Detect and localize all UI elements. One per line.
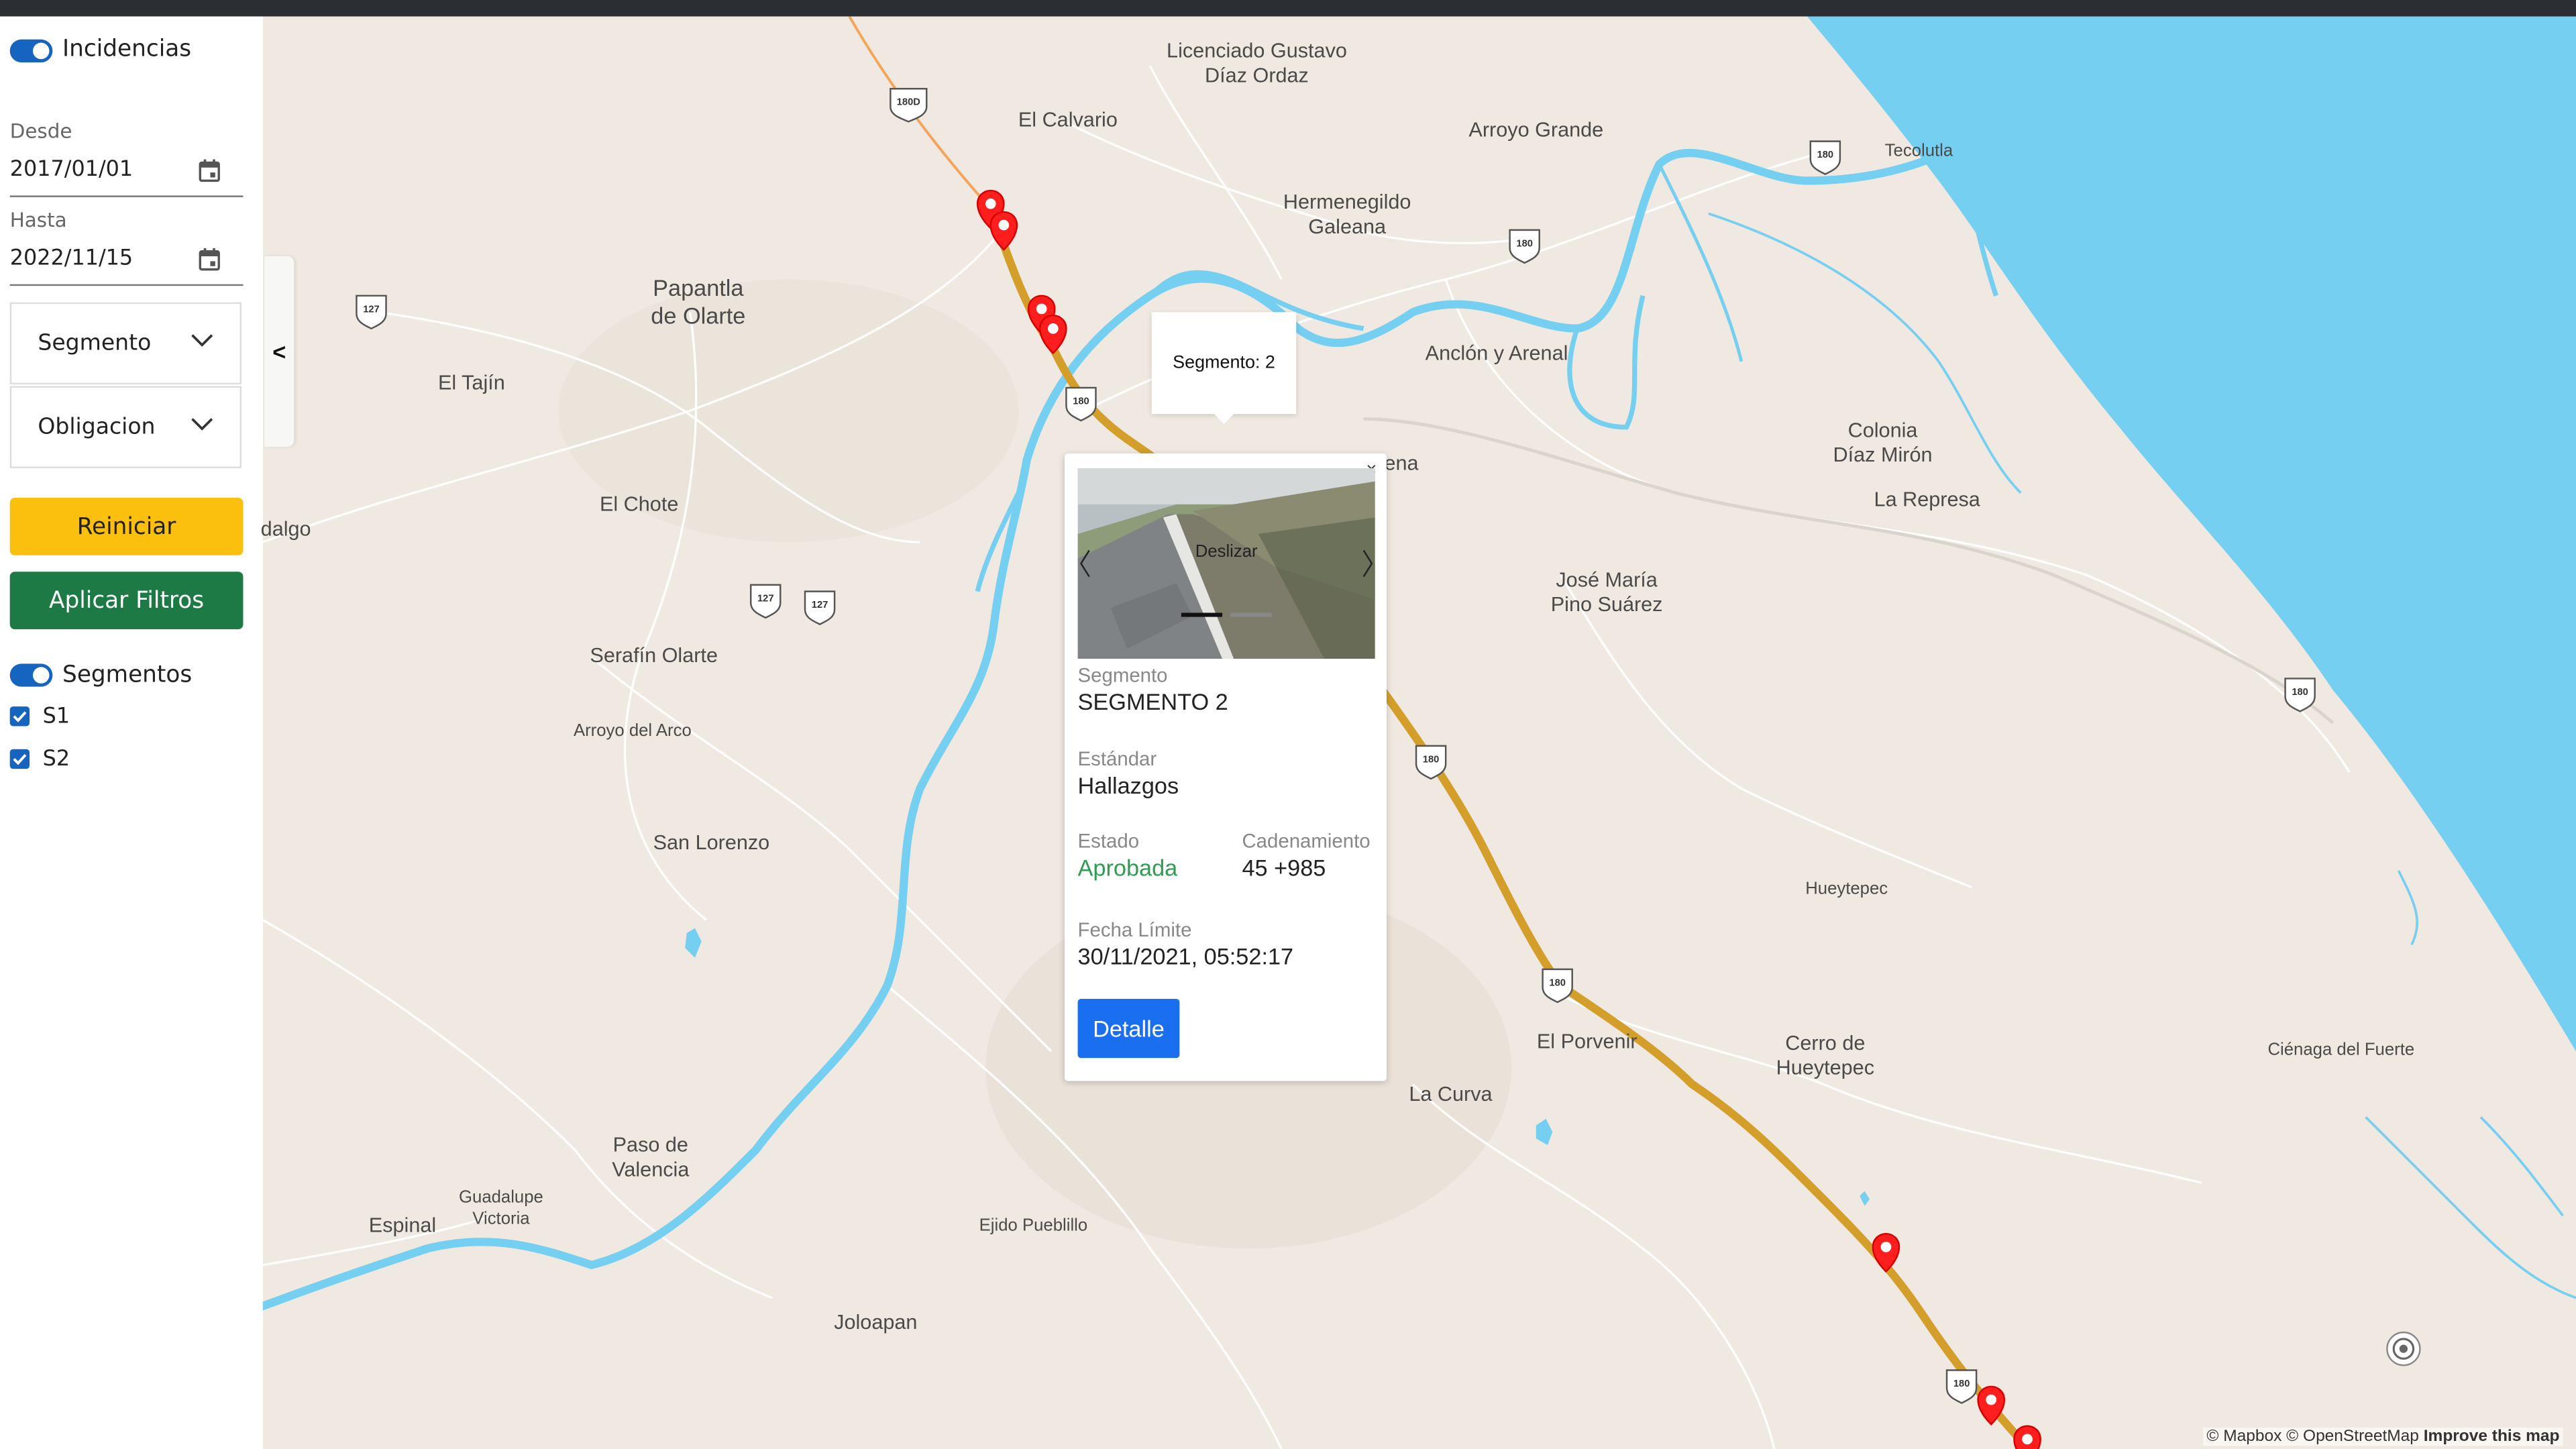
place-label: Guadalupe Victoria — [459, 1187, 543, 1228]
app-root: Incidencias Desde 2017/01/01 Hasta 2022/… — [0, 0, 2576, 1449]
road-photo — [1077, 468, 1375, 659]
place-label: San Lorenzo — [653, 831, 770, 855]
place-label: Arroyo del Arco — [573, 721, 692, 741]
place-label: Hueytepec — [1805, 879, 1888, 899]
attribution-text[interactable]: © Mapbox © OpenStreetMap — [2206, 1428, 2419, 1446]
estandar-field-label: Estándar — [1077, 747, 1157, 771]
place-label: Tecolutla — [1884, 141, 1953, 162]
place-label: Ejido Pueblillo — [979, 1216, 1088, 1236]
place-label: Joloapan — [834, 1311, 918, 1334]
carousel-caption: Deslizar — [1195, 542, 1258, 562]
place-label: Cerro de Hueytepec — [1776, 1031, 1875, 1079]
incident-photo-carousel[interactable]: Deslizar — [1077, 468, 1375, 659]
place-label: El Calvario — [1018, 108, 1118, 131]
place-label: ena — [1384, 451, 1419, 475]
place-label: Anclón y Arenal — [1425, 341, 1568, 365]
place-label: Espinal — [368, 1214, 437, 1238]
detalle-button[interactable]: Detalle — [1077, 998, 1180, 1059]
place-label: Ciénaga del Fuerte — [2267, 1040, 2415, 1060]
cadenamiento-field-value: 45 +985 — [1242, 854, 1326, 881]
place-label: dalgo — [260, 517, 311, 541]
place-label: El Chote — [599, 492, 679, 516]
place-label: Colonia Díaz Mirón — [1833, 419, 1933, 467]
place-label: Papantla de Olarte — [651, 274, 746, 329]
map-canvas[interactable]: 180D 180 180 127 127 127 180 180 180 180… — [260, 16, 2576, 1449]
place-label: El Porvenir — [1536, 1030, 1638, 1053]
segmento-field-label: Segmento — [1077, 663, 1168, 687]
collapse-sidebar-button[interactable]: < — [264, 256, 294, 447]
place-label: Hermenegildo Galeana — [1283, 191, 1411, 239]
segmento-field-value: SEGMENTO 2 — [1077, 688, 1228, 715]
estado-field-label: Estado — [1077, 829, 1140, 853]
estandar-field-value: Hallazgos — [1077, 772, 1179, 799]
fecha-limite-field-value: 30/11/2021, 05:52:17 — [1077, 943, 1294, 969]
place-label: Paso de Valencia — [612, 1133, 690, 1181]
cadenamiento-field-label: Cadenamiento — [1242, 829, 1371, 853]
estado-field-value: Aprobada — [1077, 854, 1178, 881]
geolocate-icon[interactable] — [2385, 1331, 2422, 1367]
place-label: José María Pino Suárez — [1550, 568, 1663, 616]
place-label: La Curva — [1409, 1082, 1493, 1106]
place-label: El Tajín — [437, 371, 505, 394]
fecha-limite-field-label: Fecha Límite — [1077, 918, 1192, 942]
place-label: La Represa — [1874, 488, 1980, 511]
place-label: Serafín Olarte — [590, 644, 718, 667]
place-label: Licenciado Gustavo Díaz Ordaz — [1167, 39, 1347, 87]
segment-tooltip: Segmento: 2 — [1151, 312, 1297, 424]
place-label: Arroyo Grande — [1468, 118, 1604, 142]
incident-popup: × Deslizar Segmento SEGMENTO 2 Estándar — [1064, 453, 1387, 1081]
map-attribution: © Mapbox © OpenStreetMap Improve this ma… — [2203, 1428, 2563, 1446]
improve-map-link[interactable]: Improve this map — [2424, 1428, 2560, 1446]
